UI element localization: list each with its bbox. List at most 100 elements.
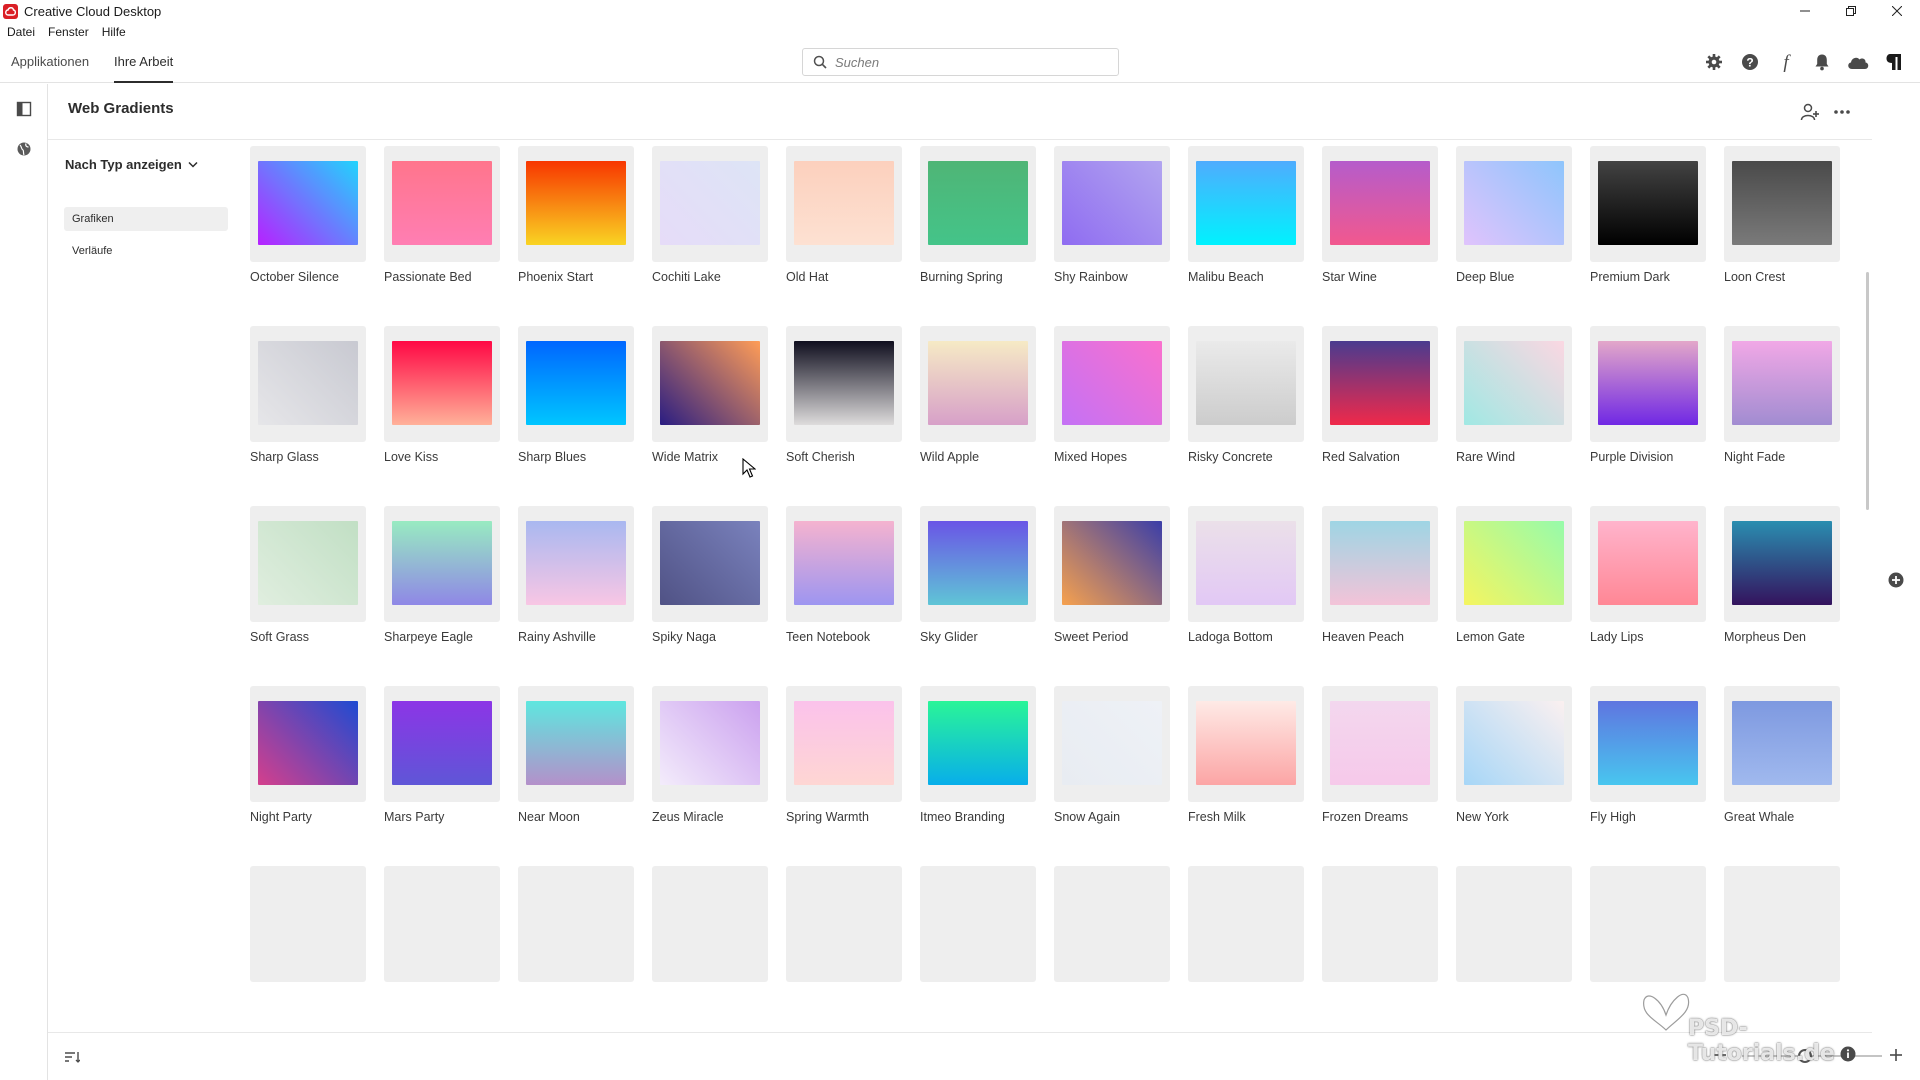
gradient-tile[interactable] (518, 326, 634, 442)
filter-verlaeufe[interactable]: Verläufe (64, 239, 228, 263)
gradient-item-loading[interactable] (1322, 866, 1438, 1032)
gradient-tile[interactable] (786, 686, 902, 802)
gradient-item[interactable]: Sharp Blues (518, 326, 634, 506)
gradient-tile[interactable] (518, 506, 634, 622)
gradient-item[interactable]: Shy Rainbow (1054, 146, 1170, 326)
gradient-item-loading[interactable] (652, 866, 768, 1032)
menu-item-fenster[interactable]: Fenster (48, 25, 89, 39)
gradient-item[interactable]: Mixed Hopes (1054, 326, 1170, 506)
grid-scrollbar[interactable] (1866, 272, 1869, 510)
gradient-tile[interactable] (518, 146, 634, 262)
gradient-tile[interactable] (1322, 506, 1438, 622)
gradient-tile[interactable] (384, 506, 500, 622)
gradient-tile[interactable] (1054, 506, 1170, 622)
gradient-item-loading[interactable] (384, 866, 500, 1032)
gradient-tile[interactable] (1188, 686, 1304, 802)
gradient-item-loading[interactable] (1188, 866, 1304, 1032)
gradient-tile[interactable] (1724, 146, 1840, 262)
gradient-tile-placeholder[interactable] (920, 866, 1036, 982)
gradient-item[interactable]: Star Wine (1322, 146, 1438, 326)
gradient-item-loading[interactable] (786, 866, 902, 1032)
gradient-item[interactable]: Rainy Ashville (518, 506, 634, 686)
gradient-tile-placeholder[interactable] (1724, 866, 1840, 982)
bell-icon[interactable] (1810, 50, 1834, 74)
gradient-tile[interactable] (1590, 686, 1706, 802)
gradient-tile[interactable] (1054, 146, 1170, 262)
more-options-icon[interactable] (1830, 100, 1854, 124)
gradient-item[interactable]: Risky Concrete (1188, 326, 1304, 506)
gradient-tile[interactable] (250, 686, 366, 802)
zoom-slider[interactable] (1742, 1049, 1882, 1063)
sort-icon[interactable] (62, 1047, 82, 1067)
behance-icon[interactable] (1882, 50, 1906, 74)
zoom-out-button[interactable] (1710, 1045, 1730, 1065)
add-panel-button[interactable] (1886, 570, 1906, 590)
gradient-tile[interactable] (786, 326, 902, 442)
gear-icon[interactable] (1702, 50, 1726, 74)
filter-grafiken[interactable]: Grafiken (64, 207, 228, 231)
gradient-tile[interactable] (1456, 146, 1572, 262)
gradient-item[interactable]: Malibu Beach (1188, 146, 1304, 326)
gradient-tile[interactable] (1724, 506, 1840, 622)
gradient-item[interactable]: New York (1456, 686, 1572, 866)
restore-button[interactable] (1828, 0, 1874, 22)
gradient-item[interactable]: Morpheus Den (1724, 506, 1840, 686)
gradient-item[interactable]: Red Salvation (1322, 326, 1438, 506)
gradient-tile[interactable] (786, 146, 902, 262)
search-input[interactable] (835, 54, 1095, 70)
gradient-item[interactable]: Itmeo Branding (920, 686, 1036, 866)
gradient-item[interactable]: Heaven Peach (1322, 506, 1438, 686)
search-box[interactable] (802, 48, 1119, 76)
gradient-tile[interactable] (518, 686, 634, 802)
gradient-item[interactable]: Teen Notebook (786, 506, 902, 686)
gradient-tile[interactable] (920, 506, 1036, 622)
gradient-item[interactable]: Lady Lips (1590, 506, 1706, 686)
gradient-item[interactable]: Love Kiss (384, 326, 500, 506)
zoom-in-button[interactable] (1886, 1045, 1906, 1065)
fonts-icon[interactable]: f (1774, 50, 1798, 74)
gradient-item[interactable]: Rare Wind (1456, 326, 1572, 506)
gradient-item[interactable]: Sharpeye Eagle (384, 506, 500, 686)
gradient-item[interactable]: Purple Division (1590, 326, 1706, 506)
add-collaborator-icon[interactable] (1798, 100, 1822, 124)
gradient-item-loading[interactable] (1456, 866, 1572, 1032)
info-icon[interactable] (1838, 1044, 1858, 1064)
gradient-tile[interactable] (250, 146, 366, 262)
gradient-tile[interactable] (384, 686, 500, 802)
gradient-item[interactable]: Deep Blue (1456, 146, 1572, 326)
globe-icon[interactable] (13, 138, 35, 160)
gradient-tile[interactable] (250, 506, 366, 622)
gradient-item[interactable]: Sweet Period (1054, 506, 1170, 686)
gradient-tile[interactable] (250, 326, 366, 442)
gradient-tile[interactable] (1590, 506, 1706, 622)
gradient-item[interactable]: Wide Matrix (652, 326, 768, 506)
menu-item-hilfe[interactable]: Hilfe (102, 25, 126, 39)
gradient-item[interactable]: Great Whale (1724, 686, 1840, 866)
gradient-item[interactable]: Phoenix Start (518, 146, 634, 326)
gradient-tile-placeholder[interactable] (384, 866, 500, 982)
gradient-item[interactable]: Soft Grass (250, 506, 366, 686)
gradient-item[interactable]: Cochiti Lake (652, 146, 768, 326)
gradient-tile-placeholder[interactable] (652, 866, 768, 982)
gradient-tile[interactable] (1188, 506, 1304, 622)
tab-ihre-arbeit[interactable]: Ihre Arbeit (114, 42, 174, 83)
gradient-tile[interactable] (652, 326, 768, 442)
gradient-item[interactable]: Zeus Miracle (652, 686, 768, 866)
gradient-tile-placeholder[interactable] (1590, 866, 1706, 982)
gradient-tile[interactable] (1456, 506, 1572, 622)
gradient-tile[interactable] (1590, 326, 1706, 442)
gradient-tile-placeholder[interactable] (518, 866, 634, 982)
gradient-tile[interactable] (1724, 326, 1840, 442)
gradient-item[interactable]: Night Party (250, 686, 366, 866)
tab-applikationen[interactable]: Applikationen (11, 42, 89, 83)
gradient-item[interactable]: Fresh Milk (1188, 686, 1304, 866)
gradient-tile[interactable] (920, 686, 1036, 802)
gradient-tile[interactable] (920, 326, 1036, 442)
gradient-tile[interactable] (1322, 686, 1438, 802)
gradient-tile[interactable] (1724, 686, 1840, 802)
gradient-item-loading[interactable] (250, 866, 366, 1032)
gradient-item[interactable]: Sharp Glass (250, 326, 366, 506)
minimize-button[interactable] (1782, 0, 1828, 22)
gradient-item[interactable]: Snow Again (1054, 686, 1170, 866)
gradient-tile-placeholder[interactable] (1054, 866, 1170, 982)
